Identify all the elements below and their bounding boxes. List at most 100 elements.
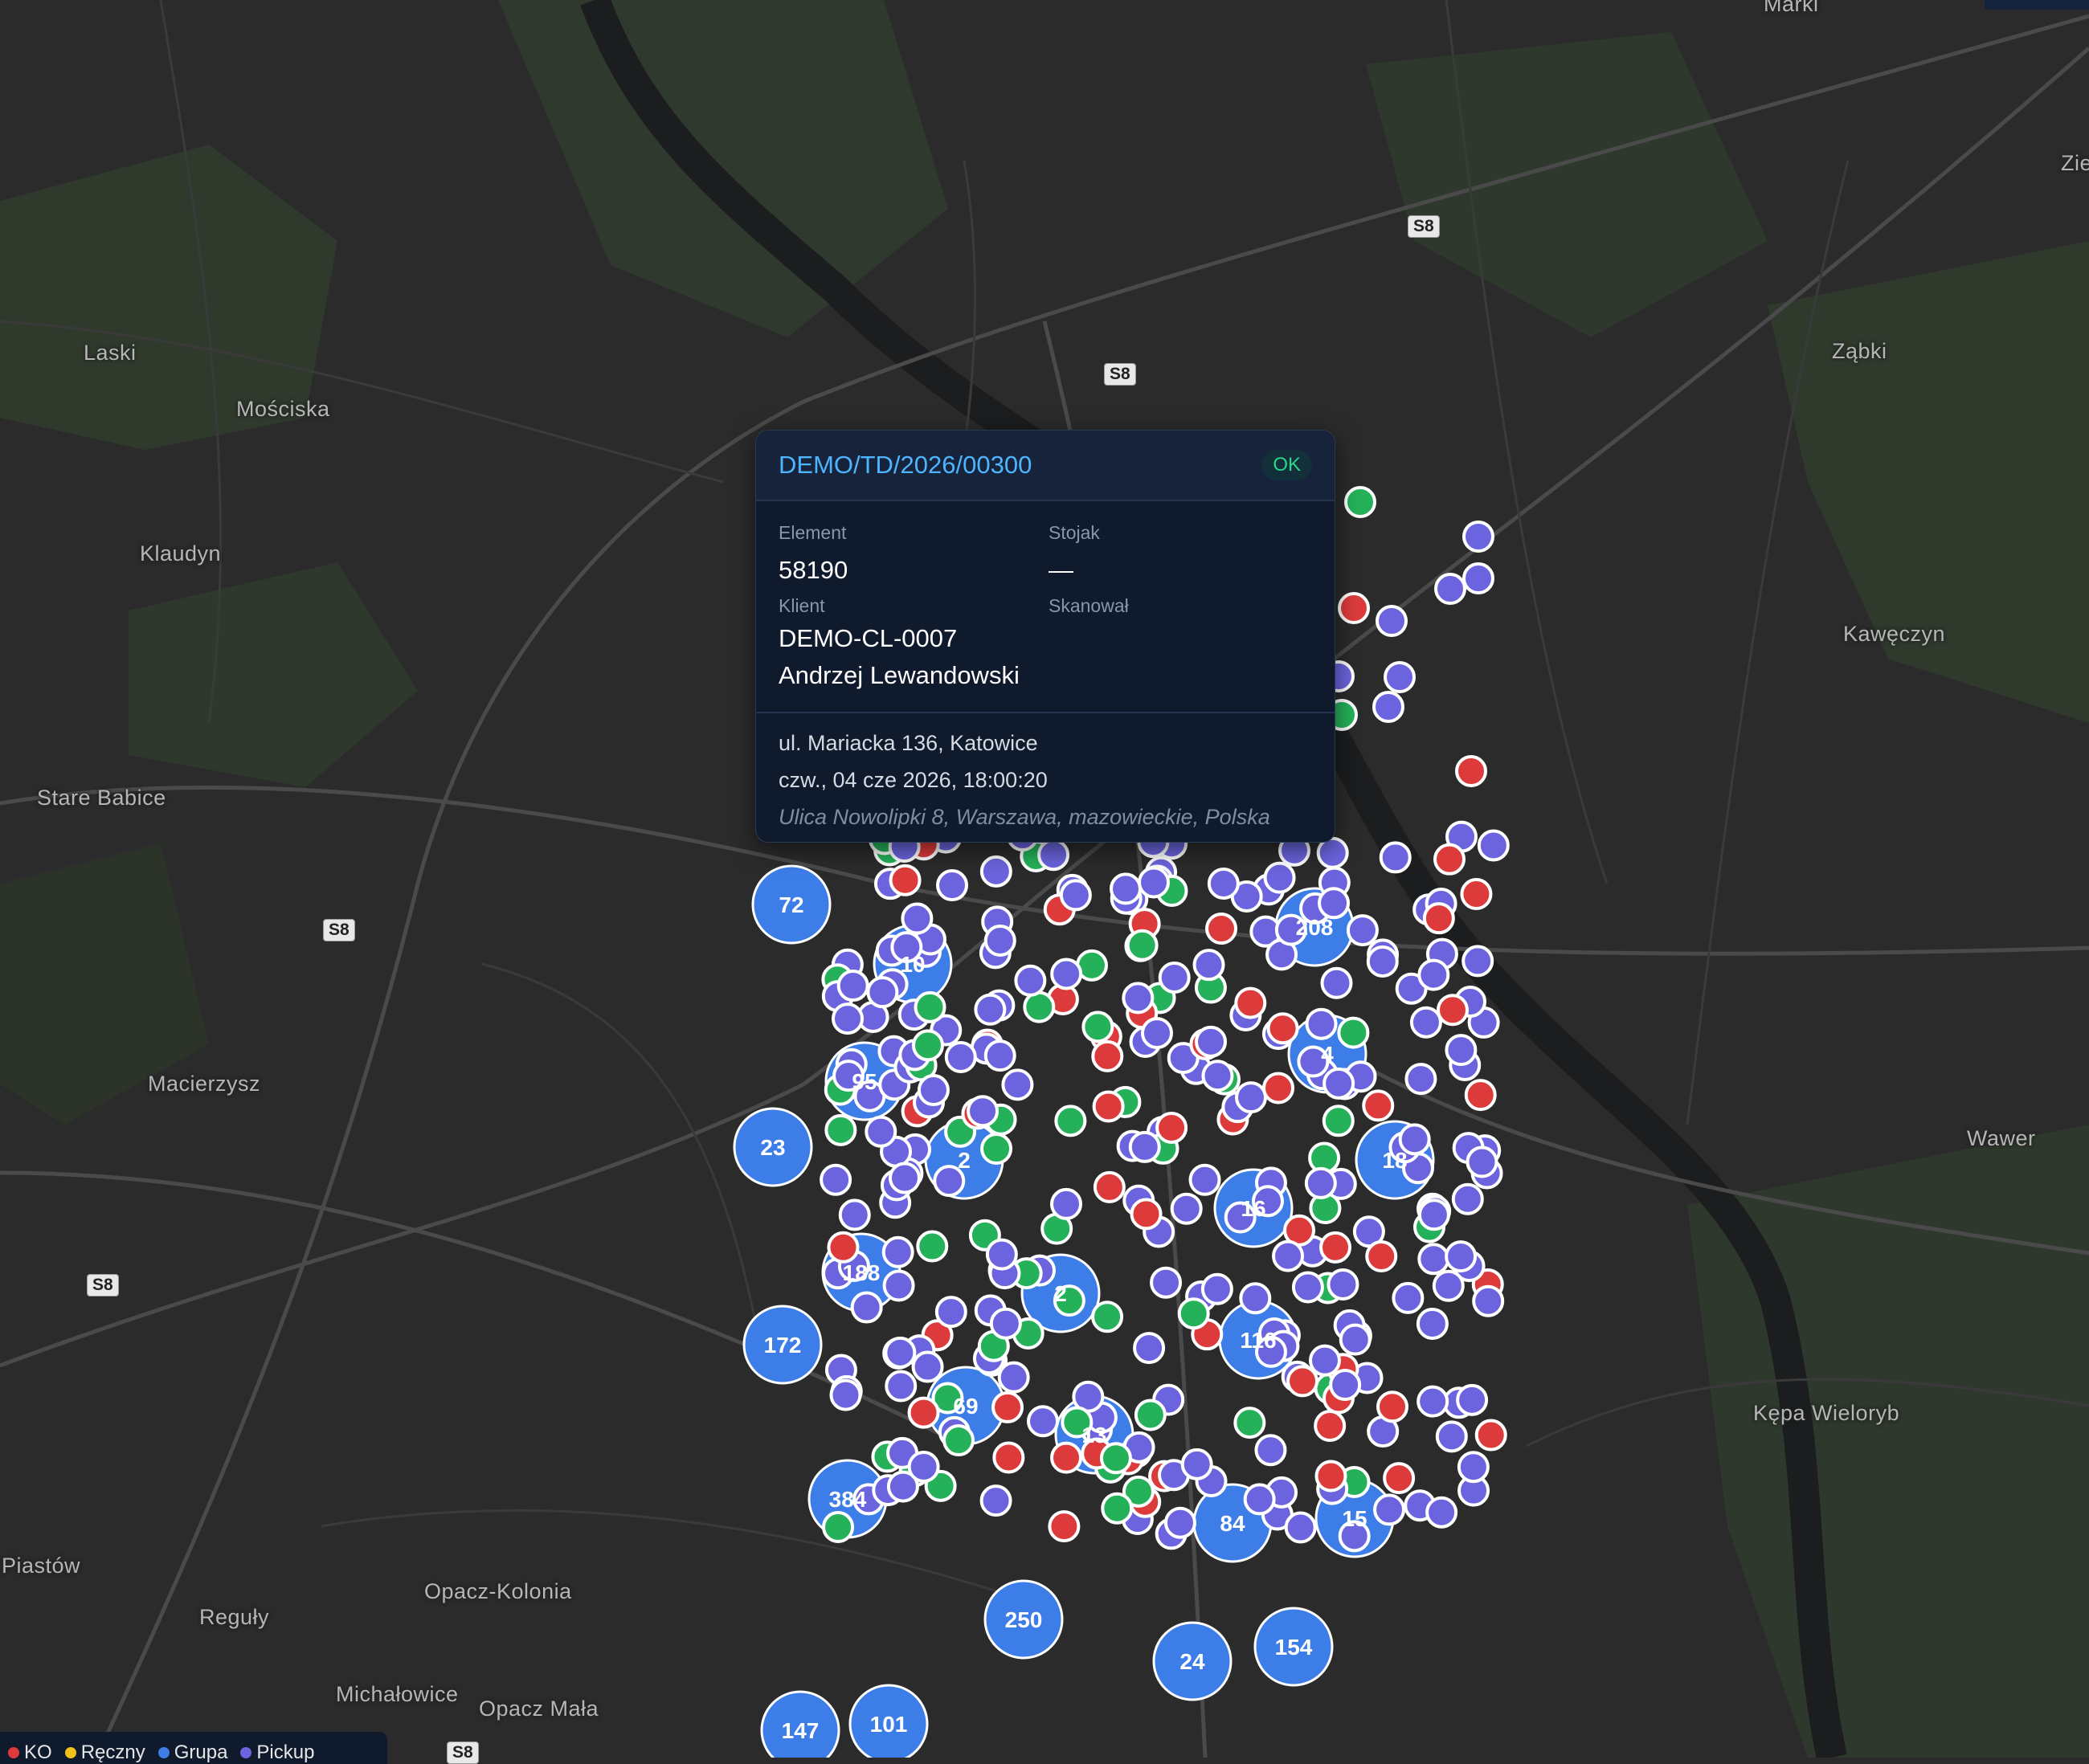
- map-pin[interactable]: [1081, 1011, 1114, 1043]
- map-pin[interactable]: [1126, 929, 1159, 962]
- map-pin[interactable]: [1435, 1420, 1468, 1453]
- map-pin[interactable]: [1362, 1089, 1395, 1122]
- map-pin[interactable]: [974, 993, 1007, 1026]
- map-pin[interactable]: [1433, 843, 1466, 876]
- map-pin[interactable]: [1134, 1399, 1167, 1431]
- map-pin[interactable]: [1272, 1239, 1305, 1272]
- map-pin[interactable]: [1093, 1170, 1126, 1203]
- popup-title-link[interactable]: DEMO/TD/2026/00300: [779, 451, 1032, 480]
- map-pin[interactable]: [1409, 1006, 1442, 1039]
- map-pin[interactable]: [911, 1350, 944, 1383]
- map-pin[interactable]: [1201, 1060, 1234, 1092]
- map-pin[interactable]: [1384, 661, 1416, 693]
- map-pin[interactable]: [1376, 605, 1408, 637]
- map-pin[interactable]: [885, 1370, 918, 1403]
- map-pin[interactable]: [983, 924, 1016, 957]
- map-pin[interactable]: [1050, 1441, 1083, 1474]
- map-pin[interactable]: [1286, 1365, 1319, 1398]
- map-pin[interactable]: [911, 1029, 944, 1062]
- map-pin[interactable]: [1339, 1323, 1372, 1356]
- map-pin[interactable]: [1048, 1510, 1081, 1543]
- map-pin[interactable]: [1243, 1483, 1276, 1516]
- map-pin[interactable]: [983, 1039, 1016, 1072]
- map-pin[interactable]: [1050, 958, 1083, 990]
- map-pin[interactable]: [1474, 1419, 1507, 1452]
- map-pin[interactable]: [1091, 1039, 1124, 1072]
- map-pin[interactable]: [1305, 1007, 1338, 1040]
- map-pin[interactable]: [1445, 1240, 1478, 1273]
- map-pin[interactable]: [1472, 1284, 1505, 1317]
- map-pin[interactable]: [888, 1162, 921, 1194]
- map-pin[interactable]: [1376, 1390, 1409, 1423]
- map-pin[interactable]: [1392, 1281, 1425, 1314]
- map-pin[interactable]: [1239, 1282, 1272, 1315]
- map-pin[interactable]: [1092, 1090, 1125, 1123]
- map-pin[interactable]: [1338, 592, 1370, 624]
- map-pin[interactable]: [1320, 966, 1353, 999]
- map-pin[interactable]: [1140, 1017, 1173, 1050]
- map-pin[interactable]: [1456, 1383, 1489, 1416]
- map-pin[interactable]: [1327, 1268, 1359, 1301]
- map-pin[interactable]: [997, 1361, 1030, 1394]
- map-pin[interactable]: [1344, 486, 1376, 518]
- map-pin[interactable]: [1155, 1111, 1188, 1144]
- map-pin[interactable]: [1059, 879, 1092, 912]
- map-pin[interactable]: [1434, 573, 1466, 605]
- map-pin[interactable]: [1417, 1385, 1449, 1418]
- map-pin[interactable]: [1466, 1145, 1498, 1178]
- map-pin[interactable]: [1445, 1034, 1478, 1067]
- map-pin[interactable]: [1130, 1198, 1163, 1231]
- map-pin[interactable]: [1462, 521, 1494, 553]
- map-pin[interactable]: [1366, 945, 1399, 978]
- map-pin[interactable]: [1049, 1187, 1082, 1220]
- map-pin[interactable]: [1337, 1016, 1370, 1049]
- map-pin[interactable]: [1101, 1492, 1134, 1525]
- map-pin[interactable]: [944, 1040, 977, 1073]
- map-pin[interactable]: [1110, 872, 1143, 905]
- map-pin[interactable]: [1150, 1266, 1183, 1299]
- map-pin[interactable]: [1014, 964, 1047, 997]
- map-pin[interactable]: [1316, 836, 1349, 869]
- map-pin[interactable]: [1001, 1068, 1034, 1101]
- map-pin[interactable]: [1158, 961, 1191, 994]
- map-pin[interactable]: [1291, 1271, 1324, 1304]
- map-pin[interactable]: [1263, 861, 1296, 894]
- map-pin[interactable]: [992, 1441, 1025, 1474]
- map-pin[interactable]: [1262, 1072, 1295, 1105]
- map-pin[interactable]: [1205, 913, 1238, 945]
- map-pin[interactable]: [991, 1390, 1024, 1423]
- map-pin[interactable]: [865, 1115, 897, 1148]
- map-pin[interactable]: [942, 1424, 975, 1457]
- map-pin[interactable]: [989, 1307, 1022, 1340]
- map-pin[interactable]: [1099, 1442, 1132, 1475]
- map-pin[interactable]: [824, 1113, 857, 1146]
- map-pin[interactable]: [1319, 1231, 1352, 1264]
- map-pin[interactable]: [1425, 1496, 1458, 1529]
- map-pin[interactable]: [1464, 1079, 1497, 1112]
- map-pin[interactable]: [980, 1133, 1013, 1166]
- map-pin[interactable]: [1451, 1182, 1484, 1215]
- map-pin[interactable]: [827, 1231, 860, 1264]
- map-pin[interactable]: [1372, 691, 1404, 723]
- map-pin[interactable]: [866, 976, 899, 1009]
- map-pin[interactable]: [1266, 1012, 1299, 1045]
- map-pin[interactable]: [1417, 1243, 1450, 1276]
- map-pin[interactable]: [1373, 1493, 1406, 1526]
- map-pin[interactable]: [1379, 841, 1412, 874]
- map-pin[interactable]: [838, 1198, 871, 1231]
- map-pin[interactable]: [1460, 878, 1493, 911]
- map-pin[interactable]: [1455, 755, 1487, 787]
- map-pin[interactable]: [1180, 1448, 1213, 1480]
- map-pin[interactable]: [850, 1291, 883, 1324]
- map-pin[interactable]: [882, 1269, 915, 1302]
- map-pin[interactable]: [829, 1378, 862, 1411]
- map-pin[interactable]: [907, 1450, 940, 1483]
- map-pin[interactable]: [1322, 1067, 1355, 1100]
- map-pin[interactable]: [1177, 1297, 1210, 1330]
- map-pin[interactable]: [1122, 982, 1155, 1015]
- map-pin[interactable]: [822, 1511, 855, 1544]
- map-pin[interactable]: [1234, 1081, 1267, 1114]
- map-pin[interactable]: [1308, 1344, 1341, 1377]
- map-pin[interactable]: [1314, 1460, 1347, 1492]
- map-pin[interactable]: [914, 990, 946, 1023]
